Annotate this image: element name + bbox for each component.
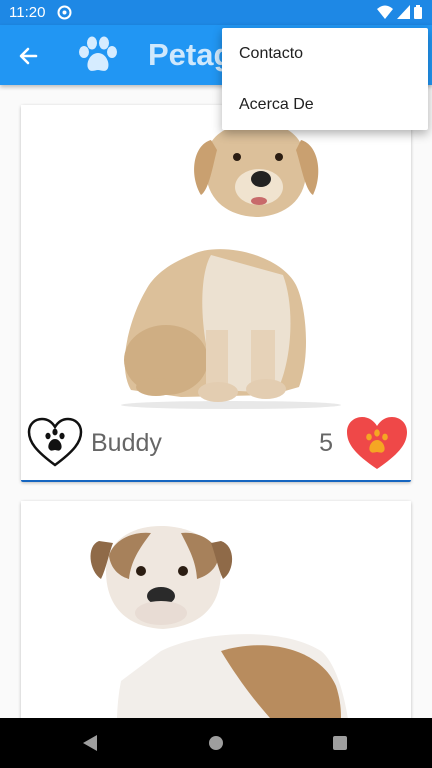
nav-back-icon[interactable]	[82, 734, 98, 752]
rating-count: 5	[319, 429, 333, 457]
system-nav-bar	[0, 718, 432, 768]
pet-card[interactable]	[21, 501, 411, 718]
pet-card[interactable]: Buddy 5	[21, 105, 411, 482]
notification-icon	[57, 5, 72, 20]
paw-print-icon	[79, 36, 117, 71]
pet-card-footer: Buddy 5	[21, 415, 411, 475]
nav-recents-icon[interactable]	[333, 736, 347, 750]
pet-feed[interactable]: Buddy 5	[0, 85, 432, 718]
pet-photo	[21, 501, 411, 718]
pet-name: Buddy	[91, 429, 162, 457]
wifi-icon	[377, 5, 393, 19]
overflow-menu: Contacto Acerca De	[222, 28, 428, 130]
nav-home-icon[interactable]	[209, 736, 223, 750]
arrow-back-icon[interactable]	[14, 41, 44, 71]
status-time: 11:20	[9, 4, 46, 21]
status-bar: 11:20	[0, 0, 432, 25]
rating-heart-paw-icon	[347, 417, 407, 469]
battery-icon	[414, 5, 422, 19]
menu-item-contacto[interactable]: Contacto	[222, 28, 428, 79]
like-heart-outline-icon[interactable]	[26, 417, 84, 469]
pet-photo	[21, 105, 411, 410]
signal-icon	[397, 5, 410, 19]
menu-item-acerca-de[interactable]: Acerca De	[222, 79, 428, 130]
